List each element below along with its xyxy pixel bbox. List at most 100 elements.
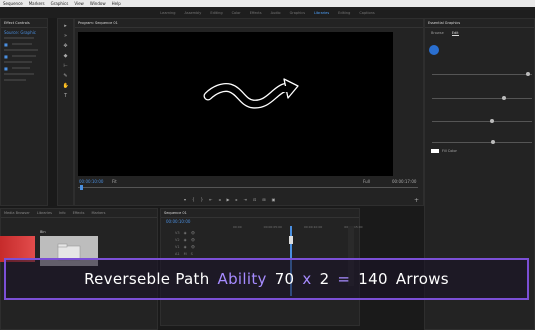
menu-graphics[interactable]: Graphics: [51, 1, 69, 6]
effect-controls-tabs: Effect Controls: [1, 19, 47, 28]
workspace-tab-active[interactable]: Libraries: [314, 11, 329, 15]
workspace-tab[interactable]: Editing: [338, 11, 350, 15]
effect-controls-panel: Effect Controls Source: Graphic ■ ■ ■: [0, 18, 48, 206]
eg-slider-knob[interactable]: [526, 72, 530, 76]
workspace-tab[interactable]: Assembly: [184, 11, 201, 15]
eg-slider-knob[interactable]: [502, 96, 506, 100]
project-tabs: Media Browser Libraries Info Effects Mar…: [1, 209, 157, 218]
export-frame-icon[interactable]: ▣: [272, 197, 276, 202]
video-track[interactable]: V1 ◉ 👁: [161, 243, 359, 250]
eg-slider-knob[interactable]: [491, 140, 495, 144]
eg-slider[interactable]: [432, 98, 532, 99]
squiggle-arrow-graphic: [203, 78, 299, 109]
razor-tool-icon[interactable]: ◆: [63, 53, 69, 59]
timeline-title[interactable]: Sequence 01: [164, 211, 187, 215]
caption-banner: Reverseble Path Ability 70 x 2 = 140 Arr…: [4, 258, 529, 300]
property-row: [4, 61, 32, 63]
audio-track[interactable]: A1 M S: [161, 250, 359, 257]
pointer-cursor-highlight: [429, 45, 439, 55]
pen-tool-icon[interactable]: ✎: [63, 73, 69, 79]
step-forward-icon[interactable]: ▸: [236, 197, 238, 202]
overwrite-icon[interactable]: ⊞: [262, 197, 265, 202]
add-button-icon[interactable]: +: [414, 197, 419, 204]
source-label-text: Source: Graphic: [4, 29, 36, 35]
go-to-in-icon[interactable]: ⇤: [209, 197, 212, 202]
quality-select[interactable]: Full: [363, 179, 370, 184]
graphic-clip[interactable]: [289, 236, 293, 244]
caption-text-7: 140: [358, 270, 388, 288]
property-value[interactable]: ■: [4, 42, 8, 47]
insert-icon[interactable]: ⊡: [253, 197, 256, 202]
property-row: [4, 79, 26, 81]
in-point-icon[interactable]: {: [192, 197, 195, 202]
eg-slider[interactable]: [432, 74, 532, 75]
menu-help[interactable]: Help: [112, 1, 121, 6]
source-label: Source: Graphic: [4, 29, 44, 35]
property-row: [4, 49, 38, 51]
video-track[interactable]: V3 ◉ 👁: [161, 229, 359, 236]
tools-panel: ▸ » ✥ ◆ ⊢ ✎ ✋ T: [57, 18, 74, 206]
selection-tool-icon[interactable]: ▸: [63, 23, 69, 29]
video-track[interactable]: V2 ◉ 👁: [161, 236, 359, 243]
zoom-select[interactable]: Fit: [112, 179, 117, 184]
menu-markers[interactable]: Markers: [29, 1, 45, 6]
workspace-tab[interactable]: Captions: [359, 11, 374, 15]
caption-text-3: 70: [274, 270, 295, 288]
tab-markers[interactable]: Markers: [91, 211, 105, 215]
ruler-tick: 00:00:05:00: [263, 225, 282, 229]
tab-libraries[interactable]: Libraries: [37, 211, 52, 215]
timecode-right: 00:00:17:00: [392, 179, 417, 184]
tab-effect-controls[interactable]: Effect Controls: [4, 21, 30, 25]
step-back-icon[interactable]: ◂: [218, 197, 220, 202]
fill-color-swatch[interactable]: [431, 149, 439, 153]
tab-media-browser[interactable]: Media Browser: [4, 211, 30, 215]
property-value[interactable]: ■: [4, 66, 8, 71]
menu-window[interactable]: Window: [90, 1, 106, 6]
slip-tool-icon[interactable]: ⊢: [63, 63, 69, 69]
program-monitor-canvas[interactable]: [78, 32, 393, 176]
ruler-tick: 00:00: [233, 225, 242, 229]
monitor-scrubber[interactable]: [78, 187, 418, 188]
eg-slider[interactable]: [432, 121, 532, 122]
tab-effects[interactable]: Effects: [73, 211, 85, 215]
workspace-tab[interactable]: Audio: [271, 11, 281, 15]
tab-browse[interactable]: Browse: [431, 31, 444, 36]
go-to-out-icon[interactable]: ⇥: [244, 197, 247, 202]
caption-text-5: 2: [319, 270, 330, 288]
tab-info[interactable]: Info: [59, 211, 66, 215]
program-monitor-tabs: Program: Sequence 01: [75, 19, 423, 28]
program-monitor-title[interactable]: Program: Sequence 01: [78, 21, 118, 25]
workspace-tab[interactable]: Learning: [160, 11, 175, 15]
ripple-edit-icon[interactable]: ✥: [63, 43, 69, 49]
property-row: [11, 43, 32, 45]
workspace-bar: Learning Assembly Editing Color Effects …: [0, 7, 535, 18]
eg-slider[interactable]: [432, 142, 532, 143]
workspace-tab[interactable]: Graphics: [290, 11, 305, 15]
menu-sequence[interactable]: Sequence: [3, 1, 23, 6]
essential-graphics-tabs: Essential Graphics: [425, 19, 534, 28]
ruler-tick: 00:00:10:00: [303, 225, 323, 229]
timecode-left[interactable]: 00:00:10:00: [79, 179, 103, 184]
caption-text-8: Arrows: [395, 270, 449, 288]
playhead-marker[interactable]: [80, 185, 83, 190]
tab-edit[interactable]: Edit: [451, 31, 459, 36]
caption-text-4: x: [302, 270, 312, 288]
essential-graphics-title[interactable]: Essential Graphics: [428, 21, 460, 25]
play-icon[interactable]: ▶: [226, 197, 229, 202]
out-point-icon[interactable]: }: [201, 197, 204, 202]
property-value[interactable]: ■: [4, 54, 8, 59]
menu-bar: Sequence Markers Graphics View Window He…: [0, 0, 535, 7]
menu-view[interactable]: View: [74, 1, 84, 6]
eg-slider-knob[interactable]: [490, 119, 494, 123]
bin-label: Bin: [40, 230, 46, 234]
track-select-icon[interactable]: »: [63, 33, 69, 39]
timeline-timecode[interactable]: 00:00:10:00: [161, 218, 359, 225]
hand-tool-icon[interactable]: ✋: [63, 83, 69, 89]
caption-text-1: Reverseble Path: [84, 270, 210, 288]
workspace-tab[interactable]: Editing: [210, 11, 222, 15]
marker-icon[interactable]: ▾: [184, 197, 186, 202]
workspace-tab[interactable]: Color: [232, 11, 241, 15]
property-row: [11, 55, 36, 57]
workspace-tab[interactable]: Effects: [250, 11, 262, 15]
type-tool-icon[interactable]: T: [63, 93, 69, 99]
